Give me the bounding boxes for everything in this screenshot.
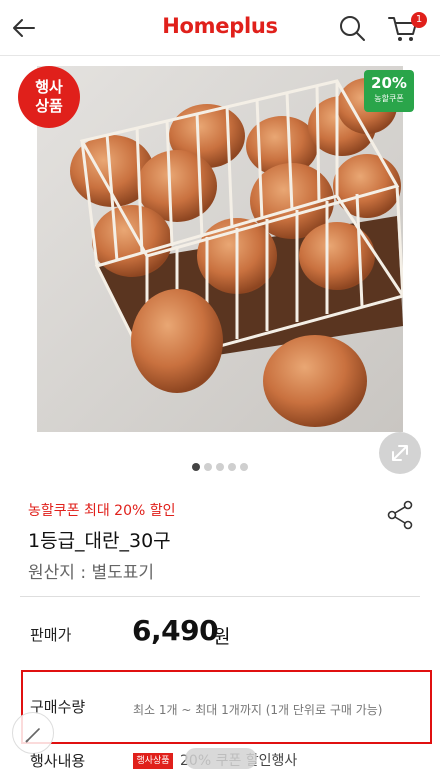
- pencil-icon: [25, 728, 40, 743]
- homeplus-logo[interactable]: Homeplus: [0, 14, 440, 38]
- product-title: 1등급_대란_30구: [28, 530, 171, 552]
- quantity-limit-text: 최소 1개 ~ 최대 1개까지 (1개 단위로 구매 가능): [133, 703, 383, 717]
- search-icon[interactable]: [336, 12, 368, 44]
- divider: [20, 596, 420, 597]
- event-badge-line2: 상품: [35, 97, 63, 115]
- event-product-badge: 행사 상품: [18, 66, 80, 128]
- pagination-dot[interactable]: [228, 463, 236, 471]
- event-badge-line1: 행사: [35, 78, 63, 96]
- price-label: 판매가: [30, 626, 72, 644]
- product-image[interactable]: [37, 66, 403, 432]
- share-icon[interactable]: [386, 500, 414, 530]
- coupon-discount-text: 농할쿠폰 최대 20% 할인: [28, 503, 176, 519]
- scroll-indicator[interactable]: [185, 748, 257, 769]
- pagination-dot[interactable]: [216, 463, 224, 471]
- event-label: 행사내용: [30, 752, 86, 769]
- price-unit: 원: [213, 626, 231, 648]
- coupon-badge: 20% 농할쿠폰: [364, 70, 414, 112]
- price-value: 6,490: [132, 614, 219, 647]
- product-origin: 원산지 : 별도표기: [28, 563, 155, 583]
- cart-count-badge: 1: [411, 12, 427, 28]
- eggs-in-basket-illustration: [37, 66, 403, 432]
- pagination-dot[interactable]: [240, 463, 248, 471]
- edit-floating-button[interactable]: [12, 712, 54, 754]
- coupon-badge-percent: 20%: [371, 74, 407, 92]
- pagination-dot[interactable]: [192, 463, 200, 471]
- event-tag: 행사상품: [133, 753, 173, 769]
- image-pagination-dots[interactable]: [0, 463, 440, 471]
- pagination-dot[interactable]: [204, 463, 212, 471]
- top-app-bar: Homeplus: [0, 0, 440, 56]
- coupon-badge-label: 농할쿠폰: [374, 94, 404, 103]
